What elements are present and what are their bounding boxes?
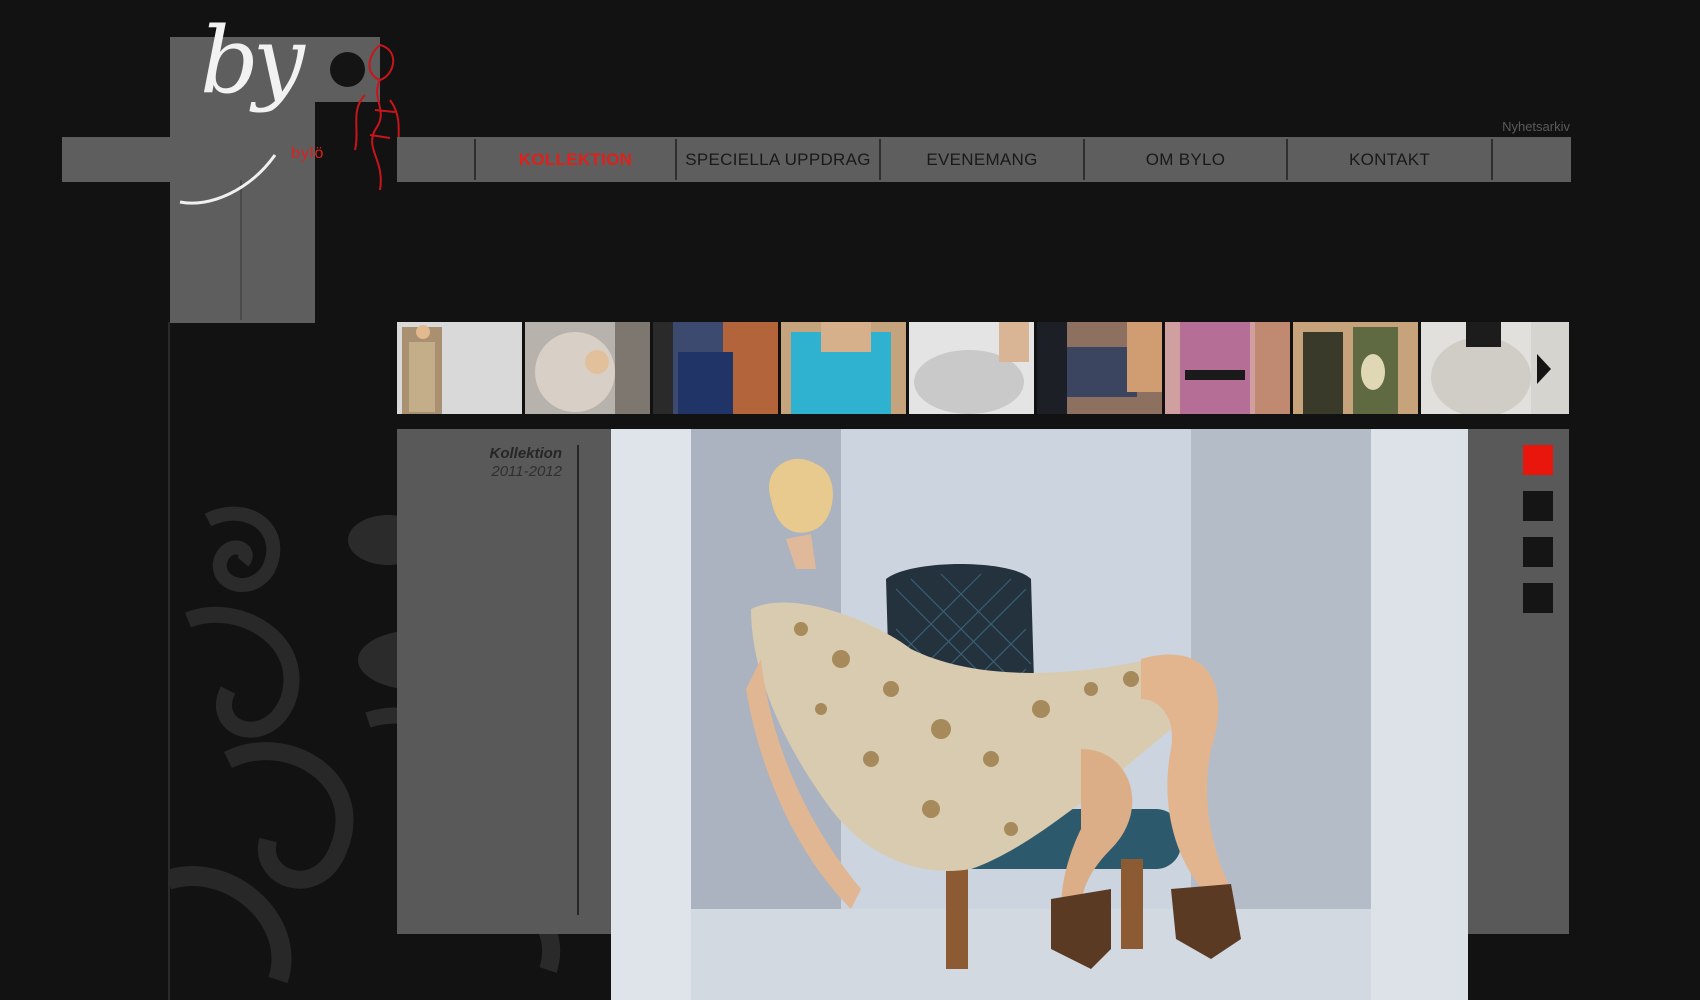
thumbnail-7[interactable] <box>1165 322 1290 414</box>
main-collection-photo <box>611 429 1468 1000</box>
thumbnail-strip <box>397 322 1569 414</box>
news-archive-link[interactable]: Nyhetsarkiv <box>1502 119 1570 134</box>
logo-swirl <box>179 154 277 205</box>
slide-button-3[interactable] <box>1523 537 1553 567</box>
thumbnail-1[interactable] <box>397 322 522 414</box>
collection-title: Kollektion <box>489 445 562 462</box>
slide-button-4[interactable] <box>1523 583 1553 613</box>
logo-script[interactable]: by <box>200 15 305 107</box>
nav-item-kollektion[interactable]: KOLLEKTION <box>476 137 675 182</box>
collection-years: 2011-2012 <box>491 463 562 480</box>
nav-item-om-bylo[interactable]: OM BYLO <box>1085 137 1286 182</box>
thumbnail-5[interactable] <box>909 322 1034 414</box>
thumbnail-4[interactable] <box>781 322 906 414</box>
left-panel-edge <box>168 322 170 1000</box>
slide-selector-panel <box>1468 429 1569 934</box>
thumbnail-3[interactable] <box>653 322 778 414</box>
collection-title-block: Kollektion 2011-2012 <box>420 445 562 481</box>
thumbnail-8[interactable] <box>1293 322 1418 414</box>
nav-item-speciella-uppdrag[interactable]: SPECIELLA UPPDRAG <box>677 137 879 182</box>
thumbnail-6[interactable] <box>1037 322 1162 414</box>
panel-divider <box>577 445 579 915</box>
nav-item-evenemang[interactable]: EVENEMANG <box>881 137 1083 182</box>
nav-item-kontakt[interactable]: KONTAKT <box>1288 137 1491 182</box>
chevron-right-icon[interactable] <box>1537 354 1551 384</box>
thumbnail-2[interactable] <box>525 322 650 414</box>
nav-separator <box>1491 139 1493 180</box>
main-nav: KOLLEKTION SPECIELLA UPPDRAG EVENEMANG O… <box>397 137 1571 182</box>
slide-button-2[interactable] <box>1523 491 1553 521</box>
logo-subtitle: bylö <box>291 145 325 162</box>
slide-button-1[interactable] <box>1523 445 1553 475</box>
